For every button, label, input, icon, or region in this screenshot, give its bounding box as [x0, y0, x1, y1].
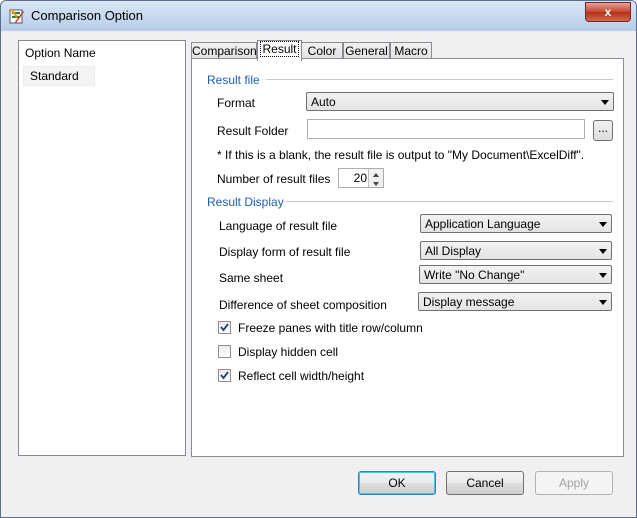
option-name-header: Option Name [25, 46, 96, 60]
ok-button[interactable]: OK [358, 471, 436, 495]
dialog-body: Option Name Standard Comparison Result C… [9, 31, 628, 509]
result-file-section-title: Result file [207, 73, 260, 87]
option-name-list[interactable]: Option Name Standard [18, 40, 186, 456]
result-file-separator [266, 79, 613, 81]
result-folder-label: Result Folder [217, 124, 289, 138]
display-hidden-cell-label[interactable]: Display hidden cell [238, 345, 338, 359]
app-icon [9, 8, 24, 24]
window-title: Comparison Option [31, 8, 143, 23]
same-sheet-value: Write "No Change" [424, 268, 525, 282]
chevron-down-icon [599, 273, 607, 278]
number-of-result-files-spinner[interactable]: 20 [338, 168, 384, 188]
title-bar[interactable]: Comparison Option x [1, 1, 636, 31]
display-form-select[interactable]: All Display [420, 241, 612, 260]
freeze-panes-checkbox[interactable] [218, 321, 231, 334]
language-select[interactable]: Application Language [420, 214, 612, 233]
display-hidden-cell-checkbox[interactable] [218, 345, 231, 358]
number-of-result-files-value: 20 [353, 171, 367, 185]
spin-down-icon[interactable] [368, 178, 383, 187]
reflect-cell-size-checkbox[interactable] [218, 369, 231, 382]
comparison-option-window: Comparison Option x Option Name Standard… [0, 0, 637, 518]
freeze-panes-label[interactable]: Freeze panes with title row/column [238, 321, 423, 335]
result-display-section-title: Result Display [207, 195, 284, 209]
chevron-down-icon [599, 249, 607, 254]
apply-button[interactable]: Apply [535, 471, 613, 495]
browse-folder-button[interactable]: ... [593, 120, 613, 141]
sheet-composition-label: Difference of sheet composition [219, 298, 387, 312]
close-icon: x [604, 5, 612, 19]
number-of-result-files-label: Number of result files [217, 172, 331, 186]
reflect-cell-size-label[interactable]: Reflect cell width/height [238, 369, 364, 383]
tab-result-label: Result [260, 41, 299, 57]
same-sheet-select[interactable]: Write "No Change" [419, 265, 612, 284]
chevron-down-icon [599, 300, 607, 305]
checkmark-icon [220, 371, 229, 380]
option-item-standard[interactable]: Standard [23, 66, 95, 86]
format-select[interactable]: Auto [306, 92, 614, 111]
format-value: Auto [311, 95, 336, 109]
format-label: Format [217, 96, 256, 110]
checkmark-icon [220, 323, 229, 332]
sheet-composition-value: Display message [423, 295, 515, 309]
blank-folder-note: * If this is a blank, the result file is… [217, 148, 585, 162]
chevron-down-icon [601, 100, 609, 105]
cancel-button[interactable]: Cancel [446, 471, 524, 495]
chevron-down-icon [599, 222, 607, 227]
language-value: Application Language [425, 217, 541, 231]
same-sheet-label: Same sheet [219, 271, 284, 285]
display-form-label: Display form of result file [219, 245, 351, 259]
sheet-composition-select[interactable]: Display message [418, 292, 612, 311]
tab-result[interactable]: Result [257, 40, 302, 61]
result-display-separator [286, 201, 613, 203]
display-form-value: All Display [425, 244, 482, 258]
result-folder-input[interactable] [307, 119, 585, 139]
result-tab-page: Result file Format Auto Result Folder ..… [191, 58, 624, 457]
language-label: Language of result file [219, 219, 338, 233]
close-button[interactable]: x [585, 2, 631, 22]
